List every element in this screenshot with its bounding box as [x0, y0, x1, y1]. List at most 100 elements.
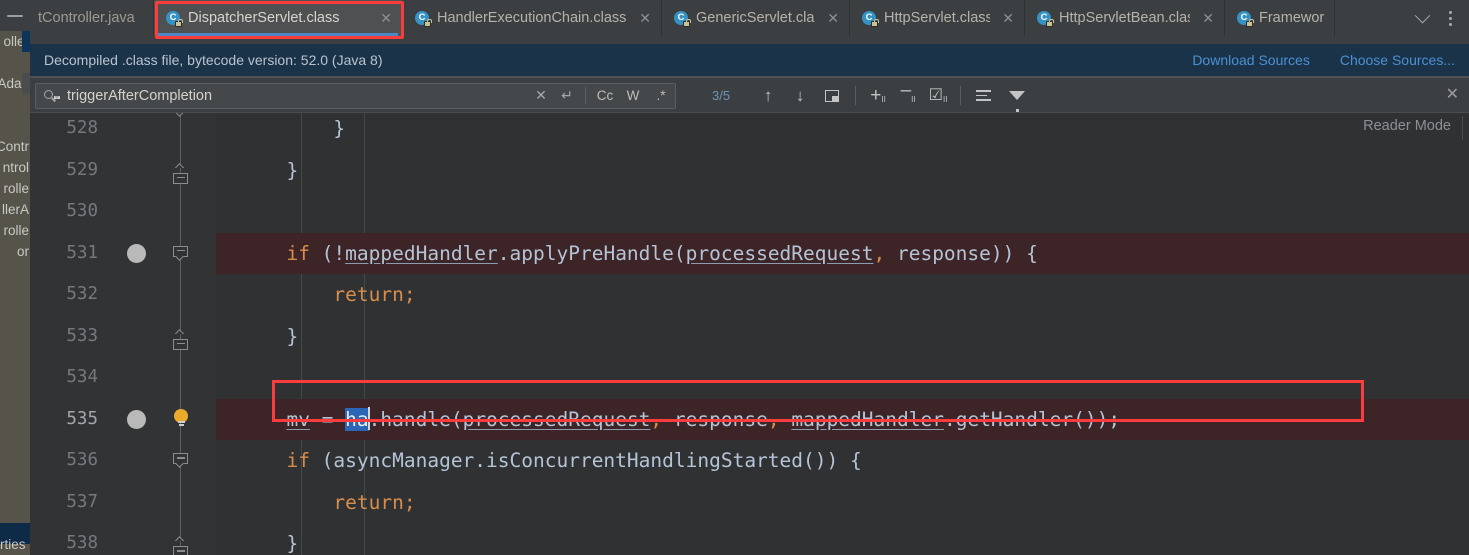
close-tab-icon[interactable]: ✕	[380, 11, 392, 25]
breakpoint-icon[interactable]	[127, 409, 146, 429]
gutter-row[interactable]: 533	[30, 316, 216, 358]
collapse-all-button[interactable]	[0, 0, 30, 31]
list-item[interactable]: Contr	[0, 136, 30, 157]
code-line[interactable]: return;	[216, 482, 1469, 524]
filter-icon[interactable]	[1002, 81, 1032, 114]
tab-genericservlet-class[interactable]: GenericServlet.class ✕	[662, 0, 850, 36]
gutter-row[interactable]: 532	[30, 274, 216, 316]
fold-marker-icon[interactable]	[173, 168, 188, 184]
new-line-icon[interactable]: ↵	[554, 83, 580, 109]
editor-gutter[interactable]: 528 529 530 531 532 533 534 535 536 537 538	[30, 113, 216, 555]
gutter-row[interactable]: 538	[30, 523, 216, 555]
close-tab-icon[interactable]: ✕	[1202, 11, 1214, 25]
list-item[interactable]: rolle	[0, 178, 30, 199]
code-line[interactable]: }	[216, 113, 1469, 150]
list-item[interactable]: or	[0, 241, 30, 262]
fold-marker-icon[interactable]	[173, 541, 188, 555]
code-line[interactable]: }	[216, 523, 1469, 555]
kebab-menu-icon[interactable]	[1437, 0, 1463, 36]
gutter-row[interactable]: 530	[30, 191, 216, 233]
code-token: (asyncManager.isConcurrentHandlingStarte…	[309, 449, 862, 472]
in-selection-icon[interactable]	[968, 81, 998, 111]
words-toggle[interactable]: W	[619, 83, 647, 109]
select-all-occurrences-icon[interactable]	[816, 81, 848, 111]
decompiled-notification-banner: Decompiled .class file, bytecode version…	[30, 44, 1469, 76]
code-line[interactable]: if (!mappedHandler.applyPreHandle(proces…	[216, 233, 1469, 275]
fold-marker-icon[interactable]	[173, 245, 188, 261]
code-content[interactable]: } } if (!mappedHandler.applyPreHandle(pr…	[216, 113, 1469, 555]
add-occurrence-icon[interactable]: + II	[863, 81, 893, 111]
project-tree[interactable]: oller Adap Contr ntrol rolle llerA rolle or	[0, 31, 30, 511]
fold-marker-icon[interactable]	[173, 113, 188, 117]
close-tab-icon[interactable]: ✕	[827, 11, 839, 25]
project-tree-bottom[interactable]: rties	[0, 511, 30, 555]
code-line[interactable]: if (asyncManager.isConcurrentHandlingSta…	[216, 440, 1469, 482]
code-line[interactable]	[216, 357, 1469, 399]
code-token: return	[333, 490, 404, 514]
intention-bulb-icon[interactable]	[174, 408, 188, 428]
regex-toggle[interactable]: .*	[647, 83, 675, 109]
list-item[interactable]	[0, 115, 30, 136]
list-item[interactable]: ntrol	[0, 157, 30, 178]
remove-occurrence-icon[interactable]: – II	[893, 81, 923, 111]
breakpoint-icon[interactable]	[127, 243, 146, 263]
line-number: 537	[66, 491, 98, 512]
choose-sources-link[interactable]: Choose Sources...	[1340, 52, 1455, 68]
code-editor[interactable]: 528 529 530 531 532 533 534 535 536 537 538 } } if…	[30, 113, 1469, 555]
code-line[interactable]	[216, 191, 1469, 233]
close-tab-icon[interactable]: ✕	[1002, 11, 1014, 25]
class-file-locked-icon	[166, 10, 183, 27]
tab-dispatcherservlet-class[interactable]: DispatcherServlet.class ✕	[154, 0, 403, 36]
tab-bar-controls[interactable]	[1409, 0, 1469, 36]
code-token: processedRequest	[685, 241, 874, 265]
code-token: response	[662, 407, 768, 431]
code-token: mv	[286, 407, 310, 431]
chevron-down-icon[interactable]	[1409, 0, 1435, 36]
match-case-toggle[interactable]: Cc	[591, 83, 619, 109]
gutter-row[interactable]: 528	[30, 113, 216, 150]
tab-framework[interactable]: Framework	[1225, 0, 1335, 36]
list-item[interactable]: llerA	[0, 199, 30, 220]
gutter-row[interactable]: 536	[30, 440, 216, 482]
tab-label: tController.java	[38, 10, 135, 26]
code-line[interactable]: return;	[216, 274, 1469, 316]
close-tab-icon[interactable]: ✕	[639, 11, 651, 25]
find-previous-icon[interactable]: ↑	[752, 81, 784, 111]
editor-tab-bar[interactable]: tController.java DispatcherServlet.class ✕…	[30, 0, 1469, 36]
list-item[interactable]	[0, 52, 30, 73]
list-item[interactable]: rties	[0, 534, 27, 555]
list-item[interactable]: rolle	[0, 220, 30, 241]
code-token: .getHandler());	[943, 407, 1121, 431]
select-occurrences-icon[interactable]: ☑ II	[923, 81, 953, 111]
download-sources-link[interactable]: Download Sources	[1192, 52, 1310, 68]
project-panel-clipped[interactable]: oller Adap Contr ntrol rolle llerA rolle or rti…	[0, 0, 30, 555]
code-line[interactable]: mv = ha.handle(processedRequest, respons…	[216, 399, 1469, 441]
minus-icon	[7, 14, 23, 17]
search-input[interactable]: triggerAfterCompletion ✕ ↵ Cc W .*	[35, 82, 676, 109]
tab-label: HttpServlet.class	[884, 10, 991, 26]
fold-marker-icon[interactable]	[173, 334, 188, 350]
code-line[interactable]: }	[216, 150, 1469, 192]
line-number: 530	[66, 201, 98, 221]
tab-tcontroller-java[interactable]: tController.java	[30, 0, 154, 36]
gutter-row[interactable]: 529	[30, 150, 216, 192]
gutter-row[interactable]: 534	[30, 357, 216, 399]
gutter-row[interactable]: 537	[30, 482, 216, 524]
reader-mode-label[interactable]: Reader Mode	[1363, 118, 1451, 134]
find-next-icon[interactable]: ↓	[784, 81, 816, 111]
code-line[interactable]: }	[216, 316, 1469, 358]
tab-httpservlet-class[interactable]: HttpServlet.class ✕	[850, 0, 1025, 36]
fold-marker-icon[interactable]	[173, 453, 188, 468]
find-toolbar[interactable]: triggerAfterCompletion ✕ ↵ Cc W .* 3/5 ↑…	[30, 78, 1469, 114]
list-item[interactable]	[0, 94, 30, 115]
gutter-row[interactable]: 531	[30, 233, 216, 275]
gutter-row[interactable]: 535	[30, 399, 216, 441]
clear-search-icon[interactable]: ✕	[528, 83, 554, 109]
line-number: 534	[66, 367, 98, 387]
tab-httpservletbean-class[interactable]: HttpServletBean.class ✕	[1025, 0, 1225, 36]
tab-handlerexecutionchain-class[interactable]: HandlerExecutionChain.class ✕	[403, 0, 662, 36]
close-find-icon[interactable]: ✕	[1446, 87, 1459, 103]
search-icon[interactable]	[44, 89, 60, 102]
